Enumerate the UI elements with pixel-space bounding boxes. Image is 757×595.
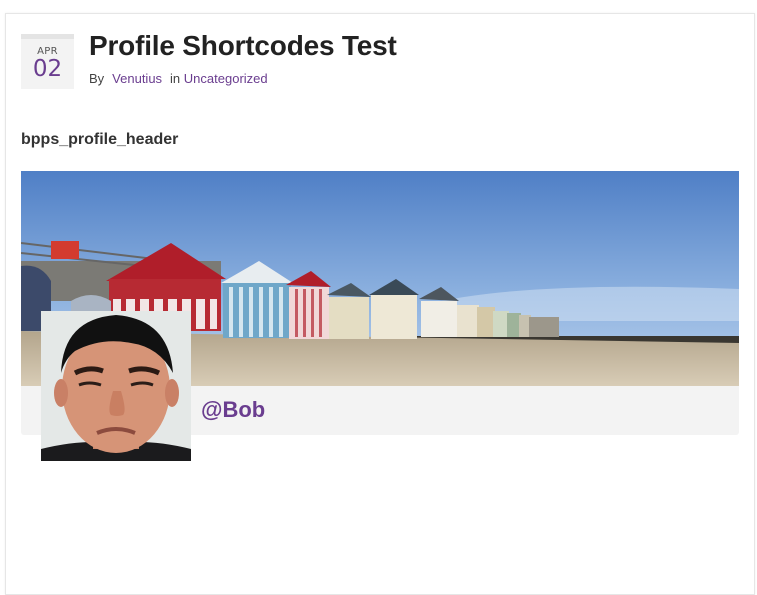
in-label: in xyxy=(170,71,181,86)
profile-username-link[interactable]: @Bob xyxy=(201,397,265,423)
shortcode-label: bpps_profile_header xyxy=(21,131,179,148)
by-label: By xyxy=(89,71,105,86)
category-link[interactable]: Uncategorized xyxy=(184,71,268,86)
post-article: APR 02 Profile Shortcodes Test By Venutiu… xyxy=(5,13,755,595)
author-link[interactable]: Venutius xyxy=(112,71,162,86)
profile-avatar[interactable] xyxy=(41,311,191,461)
post-meta: By Venutius in Uncategorized xyxy=(89,71,268,86)
post-date-day: 02 xyxy=(32,56,63,82)
post-title[interactable]: Profile Shortcodes Test xyxy=(89,30,397,62)
post-date-badge: APR 02 xyxy=(21,34,74,89)
profile-header: @Bob xyxy=(21,171,739,461)
